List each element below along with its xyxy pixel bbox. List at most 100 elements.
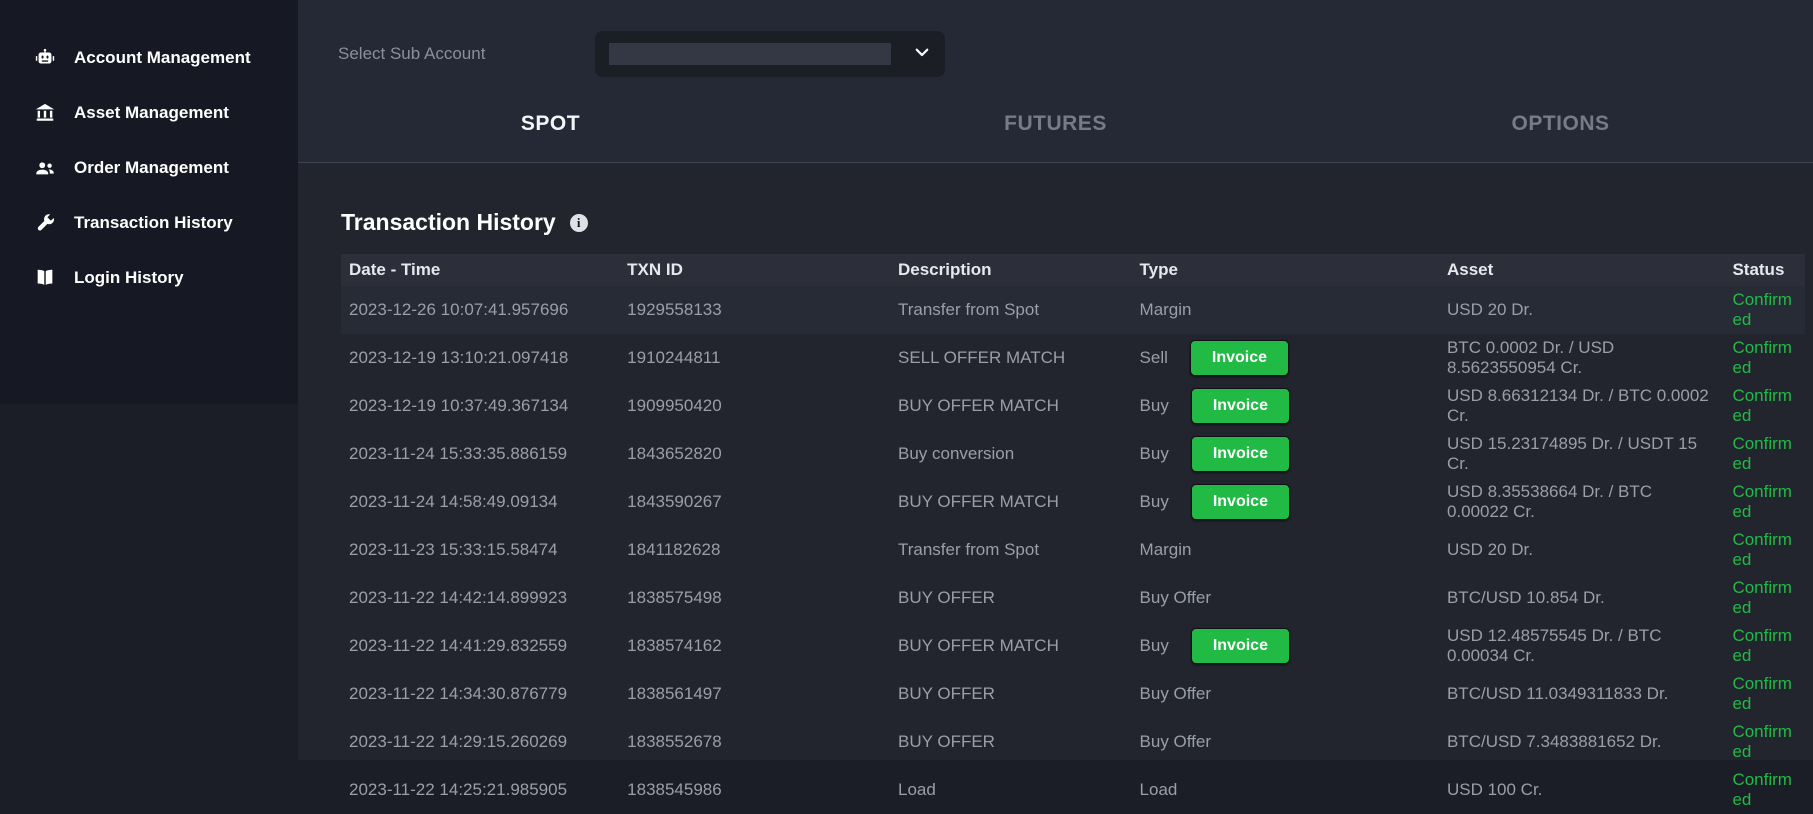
table-row: 2023-11-24 14:58:49.09134 1843590267 BUY… [341, 478, 1805, 526]
sidebar-item-label: Account Management [74, 47, 251, 67]
page-title: Transaction History [341, 209, 556, 235]
market-tabs: SPOT FUTURES OPTIONS [298, 112, 1813, 162]
cell-description: Load [897, 780, 936, 799]
cell-description: Buy conversion [897, 444, 1015, 463]
cell-description: BUY OFFER MATCH [897, 396, 1059, 415]
cell-txn-id: 1841182628 [627, 540, 721, 559]
sidebar-item-asset-management[interactable]: Asset Management [0, 85, 298, 140]
select-sub-account-label: Select Sub Account [338, 44, 486, 63]
table-row: 2023-11-24 15:33:35.886159 1843652820 Bu… [341, 430, 1805, 478]
type-label: Load [1139, 780, 1178, 799]
cell-asset: BTC/USD 7.3483881652 Dr. [1446, 732, 1662, 751]
col-header-txn-id: TXN ID [619, 254, 890, 286]
cell-type: Sell Invoice [1132, 334, 1439, 382]
cell-description: BUY OFFER [897, 732, 995, 751]
table-row: 2023-12-19 13:10:21.097418 1910244811 SE… [341, 334, 1805, 382]
sidebar: Account Management Asset Management Orde… [0, 0, 298, 404]
cell-type: Buy Invoice [1132, 382, 1439, 430]
invoice-button[interactable]: Invoice [1190, 436, 1290, 472]
tab-options[interactable]: OPTIONS [1308, 112, 1813, 162]
table-row: 2023-12-19 10:37:49.367134 1909950420 BU… [341, 382, 1805, 430]
invoice-button[interactable]: Invoice [1190, 628, 1290, 664]
cell-asset: BTC 0.0002 Dr. / USD 8.5623550954 Cr. [1446, 338, 1615, 377]
cell-description: BUY OFFER [897, 684, 995, 703]
col-header-type: Type [1131, 254, 1439, 286]
type-label: Buy Offer [1139, 684, 1212, 703]
cell-date-time: 2023-11-22 14:29:15.260269 [349, 732, 568, 751]
status-badge: Confirmed [1732, 290, 1792, 329]
cell-date-time: 2023-12-19 10:37:49.367134 [349, 396, 569, 415]
type-label: Margin [1139, 540, 1192, 559]
sidebar-item-label: Order Management [74, 157, 229, 177]
table-row: 2023-12-26 10:07:41.957696 1929558133 Tr… [341, 286, 1805, 334]
cell-type: Margin [1132, 526, 1439, 574]
sidebar-item-account-management[interactable]: Account Management [0, 30, 298, 85]
tab-futures[interactable]: FUTURES [803, 112, 1308, 162]
cell-asset: USD 12.48575545 Dr. / BTC 0.00034 Cr. [1446, 626, 1662, 665]
top-zone: Select Sub Account SPOT FUTURES OPTIONS [298, 0, 1813, 163]
tab-spot[interactable]: SPOT [298, 112, 803, 162]
cell-txn-id: 1838545986 [627, 780, 722, 799]
type-label: Buy [1139, 492, 1169, 511]
cell-type: Buy Offer [1132, 670, 1439, 718]
cell-txn-id: 1909950420 [627, 396, 722, 415]
transaction-table: Date - Time TXN ID Description Type Asse… [341, 254, 1805, 814]
cell-txn-id: 1910244811 [627, 348, 721, 367]
table-row: 2023-11-22 14:42:14.899923 1838575498 BU… [341, 574, 1805, 622]
cell-date-time: 2023-11-23 15:33:15.58474 [349, 540, 558, 559]
table-row: 2023-11-23 15:33:15.58474 1841182628 Tra… [341, 526, 1805, 574]
sub-account-select[interactable] [595, 31, 945, 77]
sidebar-item-label: Login History [74, 267, 184, 287]
cell-type: Buy Offer [1132, 718, 1439, 766]
content-area: Transaction History i Date - Time TXN ID… [298, 163, 1813, 814]
cell-asset: USD 15.23174895 Dr. / USDT 15 Cr. [1446, 434, 1698, 473]
invoice-button[interactable]: Invoice [1189, 340, 1290, 376]
invoice-button[interactable]: Invoice [1190, 388, 1290, 424]
cell-type: Buy Invoice [1132, 478, 1439, 526]
cell-type: Buy Invoice [1132, 430, 1439, 478]
status-badge: Confirmed [1732, 386, 1792, 425]
cell-txn-id: 1838575498 [627, 588, 722, 607]
open-book-icon [33, 266, 57, 290]
users-icon [33, 156, 57, 180]
cell-txn-id: 1838574162 [627, 636, 722, 655]
cell-txn-id: 1838561497 [627, 684, 722, 703]
invoice-button[interactable]: Invoice [1190, 484, 1290, 520]
cell-asset: USD 8.35538664 Dr. / BTC 0.00022 Cr. [1446, 482, 1653, 521]
cell-asset: USD 20 Dr. [1446, 300, 1533, 319]
status-badge: Confirmed [1732, 338, 1792, 377]
type-label: Buy Offer [1139, 732, 1212, 751]
cell-description: BUY OFFER [897, 588, 995, 607]
col-header-asset: Asset [1438, 254, 1725, 286]
cell-asset: BTC/USD 11.0349311833 Dr. [1446, 684, 1669, 703]
status-badge: Confirmed [1732, 674, 1792, 713]
sidebar-item-label: Asset Management [74, 102, 229, 122]
cell-description: BUY OFFER MATCH [897, 636, 1059, 655]
table-row: 2023-11-22 14:29:15.260269 1838552678 BU… [341, 718, 1805, 766]
table-header-row: Date - Time TXN ID Description Type Asse… [341, 254, 1805, 286]
table-row: 2023-11-22 14:34:30.876779 1838561497 BU… [341, 670, 1805, 718]
sidebar-item-transaction-history[interactable]: Transaction History [0, 195, 298, 250]
cell-asset: USD 20 Dr. [1446, 540, 1533, 559]
cell-asset: USD 100 Cr. [1446, 780, 1543, 799]
type-label: Margin [1139, 300, 1192, 319]
info-icon[interactable]: i [569, 213, 588, 232]
table-row: 2023-11-22 14:41:29.832559 1838574162 BU… [341, 622, 1805, 670]
sidebar-item-order-management[interactable]: Order Management [0, 140, 298, 195]
status-badge: Confirmed [1732, 722, 1792, 761]
type-label: Sell [1139, 348, 1168, 367]
sidebar-item-login-history[interactable]: Login History [0, 250, 298, 305]
cell-date-time: 2023-11-24 14:58:49.09134 [349, 492, 558, 511]
cell-txn-id: 1843590267 [627, 492, 722, 511]
status-badge: Confirmed [1732, 434, 1792, 473]
main-panel: Select Sub Account SPOT FUTURES OPTIONS … [298, 0, 1813, 809]
status-badge: Confirmed [1732, 482, 1792, 521]
cell-asset: BTC/USD 10.854 Dr. [1446, 588, 1605, 607]
cell-txn-id: 1929558133 [627, 300, 722, 319]
type-label: Buy Offer [1139, 588, 1212, 607]
cell-type: Buy Offer [1132, 574, 1439, 622]
cell-date-time: 2023-12-26 10:07:41.957696 [349, 300, 569, 319]
type-label: Buy [1139, 396, 1169, 415]
table-row: 2023-11-22 14:25:21.985905 1838545986 Lo… [341, 766, 1805, 814]
cell-date-time: 2023-11-22 14:42:14.899923 [349, 588, 568, 607]
